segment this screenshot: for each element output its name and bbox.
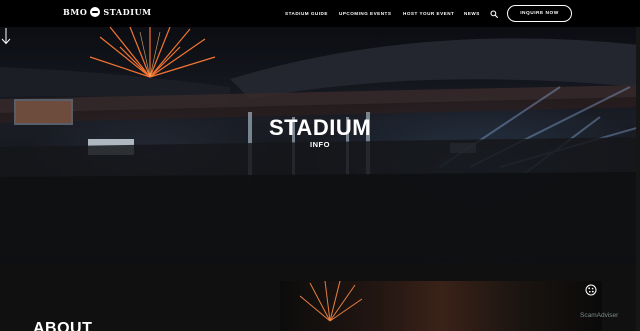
nav-news[interactable]: NEWS: [464, 11, 480, 16]
logo-mark-icon: [90, 7, 101, 17]
logo-text-stadium: STADIUM: [103, 7, 152, 17]
watermark-text: ScamAdviser: [580, 312, 619, 319]
cookie-icon[interactable]: [585, 284, 597, 296]
hero-banner: STADIUM INFO: [0, 27, 640, 263]
hero-subtitle: INFO: [310, 140, 330, 149]
about-photo: [280, 281, 602, 331]
logo-text-bmo: BMO: [63, 7, 88, 17]
nav-upcoming-events[interactable]: UPCOMING EVENTS: [339, 11, 391, 16]
nav-stadium-guide[interactable]: STADIUM GUIDE: [285, 11, 328, 16]
scrollbar[interactable]: [636, 27, 640, 331]
inquire-now-button[interactable]: INQUIRE NOW: [507, 5, 572, 22]
arrow-down-icon[interactable]: [0, 27, 12, 45]
about-section: [0, 263, 640, 331]
nav-host-your-event[interactable]: HOST YOUR EVENT: [403, 11, 454, 16]
brand-logo[interactable]: BMO STADIUM: [63, 7, 152, 17]
search-icon[interactable]: [490, 10, 498, 18]
about-heading: ABOUT: [33, 320, 93, 331]
hero-title: STADIUM: [268, 115, 372, 140]
site-header: BMO STADIUM STADIUM GUIDE UPCOMING EVENT…: [0, 0, 640, 27]
